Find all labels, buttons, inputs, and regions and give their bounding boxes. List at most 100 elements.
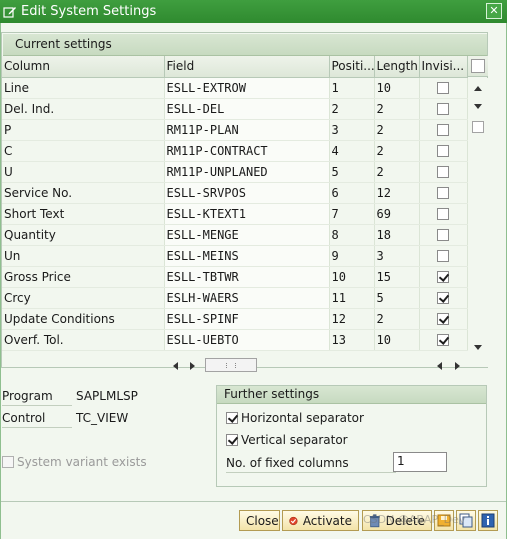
position-cell[interactable]: 4 xyxy=(329,140,375,162)
length-cell[interactable]: 2 xyxy=(374,98,420,120)
column-name-cell[interactable]: Service No. xyxy=(2,182,165,204)
vertical-scrollbar[interactable] xyxy=(468,78,488,367)
invisible-checkbox[interactable] xyxy=(437,82,449,94)
scroll-left-icon[interactable] xyxy=(437,362,442,370)
invisible-checkbox[interactable] xyxy=(437,145,449,157)
scroll-page-down-icon[interactable] xyxy=(474,104,482,109)
table-row[interactable]: Quantity ESLL-MENGE 8 18 xyxy=(2,224,468,246)
table-row[interactable]: Short Text ESLL-KTEXT1 7 69 xyxy=(2,203,468,225)
invisible-checkbox[interactable] xyxy=(437,334,449,346)
position-cell[interactable]: 12 xyxy=(329,308,375,330)
column-name-cell[interactable]: C xyxy=(2,140,165,162)
position-cell[interactable]: 2 xyxy=(329,98,375,120)
field-cell[interactable]: ESLL-EXTROW xyxy=(164,77,330,99)
column-name-cell[interactable]: Del. Ind. xyxy=(2,98,165,120)
position-cell[interactable]: 8 xyxy=(329,224,375,246)
columns-hscroll[interactable] xyxy=(434,358,468,374)
invisible-checkbox[interactable] xyxy=(437,103,449,115)
position-cell[interactable]: 13 xyxy=(329,329,375,351)
header-position[interactable]: Positi... xyxy=(329,56,375,78)
length-cell[interactable]: 2 xyxy=(374,140,420,162)
column-name-cell[interactable]: U xyxy=(2,161,165,183)
length-cell[interactable]: 69 xyxy=(374,203,420,225)
column-name-cell[interactable]: Line xyxy=(2,77,165,99)
invisible-checkbox[interactable] xyxy=(437,313,449,325)
field-cell[interactable]: ESLH-WAERS xyxy=(164,287,330,309)
table-row[interactable]: U RM11P-UNPLANED 5 2 xyxy=(2,161,468,183)
length-cell[interactable]: 2 xyxy=(374,161,420,183)
table-row[interactable]: Line ESLL-EXTROW 1 10 xyxy=(2,77,468,99)
length-cell[interactable]: 12 xyxy=(374,182,420,204)
header-column[interactable]: Column xyxy=(2,56,165,78)
column-name-cell[interactable]: Un xyxy=(2,245,165,267)
invisible-checkbox[interactable] xyxy=(437,187,449,199)
position-cell[interactable]: 9 xyxy=(329,245,375,267)
invisible-checkbox[interactable] xyxy=(437,166,449,178)
column-name-cell[interactable]: Short Text xyxy=(2,203,165,225)
length-cell[interactable]: 2 xyxy=(374,308,420,330)
close-button[interactable]: Close xyxy=(239,510,280,531)
table-row[interactable]: C RM11P-CONTRACT 4 2 xyxy=(2,140,468,162)
field-cell[interactable]: ESLL-DEL xyxy=(164,98,330,120)
table-row[interactable]: Un ESLL-MEINS 9 3 xyxy=(2,245,468,267)
field-cell[interactable]: RM11P-CONTRACT xyxy=(164,140,330,162)
header-length[interactable]: Length xyxy=(374,56,420,78)
header-field[interactable]: Field xyxy=(164,56,330,78)
table-row[interactable]: Crcy ESLH-WAERS 11 5 xyxy=(2,287,468,309)
field-cell[interactable]: ESLL-UEBTO xyxy=(164,329,330,351)
scroll-down-icon[interactable] xyxy=(474,345,482,350)
column-name-cell[interactable]: Gross Price xyxy=(2,266,165,288)
column-name-cell[interactable]: P xyxy=(2,119,165,141)
field-cell[interactable]: ESLL-KTEXT1 xyxy=(164,203,330,225)
column-name-cell[interactable]: Update Conditions xyxy=(2,308,165,330)
position-cell[interactable]: 10 xyxy=(329,266,375,288)
vertical-scroll-thumb[interactable] xyxy=(472,121,484,133)
field-cell[interactable]: ESLL-MENGE xyxy=(164,224,330,246)
info-button[interactable] xyxy=(478,510,498,531)
table-row[interactable]: P RM11P-PLAN 3 2 xyxy=(2,119,468,141)
field-cell[interactable]: RM11P-UNPLANED xyxy=(164,161,330,183)
invisible-checkbox[interactable] xyxy=(437,292,449,304)
position-cell[interactable]: 7 xyxy=(329,203,375,225)
column-name-cell[interactable]: Overf. Tol. xyxy=(2,329,165,351)
invisible-checkbox[interactable] xyxy=(437,250,449,262)
field-cell[interactable]: ESLL-TBTWR xyxy=(164,266,330,288)
vertical-separator-checkbox[interactable] xyxy=(226,434,238,446)
column-name-cell[interactable]: Crcy xyxy=(2,287,165,309)
length-cell[interactable]: 10 xyxy=(374,77,420,99)
table-row[interactable]: Del. Ind. ESLL-DEL 2 2 xyxy=(2,98,468,120)
invisible-checkbox[interactable] xyxy=(437,208,449,220)
position-cell[interactable]: 3 xyxy=(329,119,375,141)
scroll-right-icon[interactable] xyxy=(190,362,195,370)
position-cell[interactable]: 11 xyxy=(329,287,375,309)
length-cell[interactable]: 18 xyxy=(374,224,420,246)
horizontal-scroll-thumb[interactable] xyxy=(205,358,257,372)
invisible-checkbox[interactable] xyxy=(437,271,449,283)
header-invisible[interactable]: Invisi... xyxy=(419,56,468,78)
length-cell[interactable]: 3 xyxy=(374,245,420,267)
position-cell[interactable]: 5 xyxy=(329,161,375,183)
field-cell[interactable]: ESLL-SRVPOS xyxy=(164,182,330,204)
field-cell[interactable]: ESLL-SPINF xyxy=(164,308,330,330)
invisible-checkbox[interactable] xyxy=(437,229,449,241)
position-cell[interactable]: 1 xyxy=(329,77,375,99)
position-cell[interactable]: 6 xyxy=(329,182,375,204)
field-cell[interactable]: RM11P-PLAN xyxy=(164,119,330,141)
table-row[interactable]: Overf. Tol. ESLL-UEBTO 13 10 xyxy=(2,329,468,351)
field-cell[interactable]: ESLL-MEINS xyxy=(164,245,330,267)
column-name-cell[interactable]: Quantity xyxy=(2,224,165,246)
length-cell[interactable]: 2 xyxy=(374,119,420,141)
table-row[interactable]: Service No. ESLL-SRVPOS 6 12 xyxy=(2,182,468,204)
fixed-columns-input[interactable]: 1 xyxy=(393,452,447,472)
close-window-button[interactable]: ✕ xyxy=(486,3,502,19)
horizontal-separator-checkbox[interactable] xyxy=(226,412,238,424)
scroll-up-icon[interactable] xyxy=(474,86,482,91)
invisible-checkbox[interactable] xyxy=(437,124,449,136)
length-cell[interactable]: 10 xyxy=(374,329,420,351)
table-row[interactable]: Gross Price ESLL-TBTWR 10 15 xyxy=(2,266,468,288)
length-cell[interactable]: 15 xyxy=(374,266,420,288)
length-cell[interactable]: 5 xyxy=(374,287,420,309)
scroll-left-icon[interactable] xyxy=(173,362,178,370)
column-settings-button[interactable] xyxy=(468,56,488,77)
activate-button[interactable]: Activate xyxy=(282,510,359,531)
